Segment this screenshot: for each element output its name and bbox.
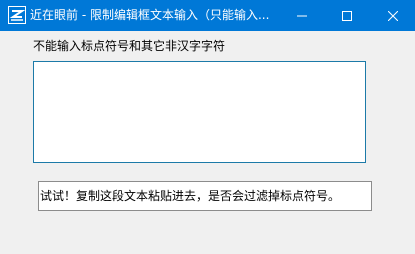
close-button[interactable] bbox=[370, 0, 415, 31]
chinese-only-input[interactable] bbox=[33, 61, 366, 163]
sample-text-box[interactable]: 试试！复制这段文本粘贴进去，是否会过滤掉标点符号。 bbox=[38, 181, 372, 211]
close-icon bbox=[387, 10, 398, 21]
window-client-area: 不能输入标点符号和其它非汉字字符 试试！复制这段文本粘贴进去，是否会过滤掉标点符… bbox=[0, 31, 415, 254]
app-logo-icon[interactable] bbox=[8, 6, 26, 24]
app-window: 近在眼前 - 限制编辑框文本输入（只能输入... 不能输入标点符号和其它非汉字字… bbox=[0, 0, 415, 254]
minimize-button[interactable] bbox=[279, 0, 324, 31]
minimize-icon bbox=[296, 15, 307, 16]
maximize-button[interactable] bbox=[324, 0, 369, 31]
sample-text[interactable]: 试试！复制这段文本粘贴进去，是否会过滤掉标点符号。 bbox=[40, 188, 340, 204]
title-bar[interactable]: 近在眼前 - 限制编辑框文本输入（只能输入... bbox=[0, 0, 415, 31]
instruction-label: 不能输入标点符号和其它非汉字字符 bbox=[33, 39, 226, 53]
maximize-icon bbox=[341, 10, 352, 21]
window-title: 近在眼前 - 限制编辑框文本输入（只能输入... bbox=[30, 8, 270, 22]
